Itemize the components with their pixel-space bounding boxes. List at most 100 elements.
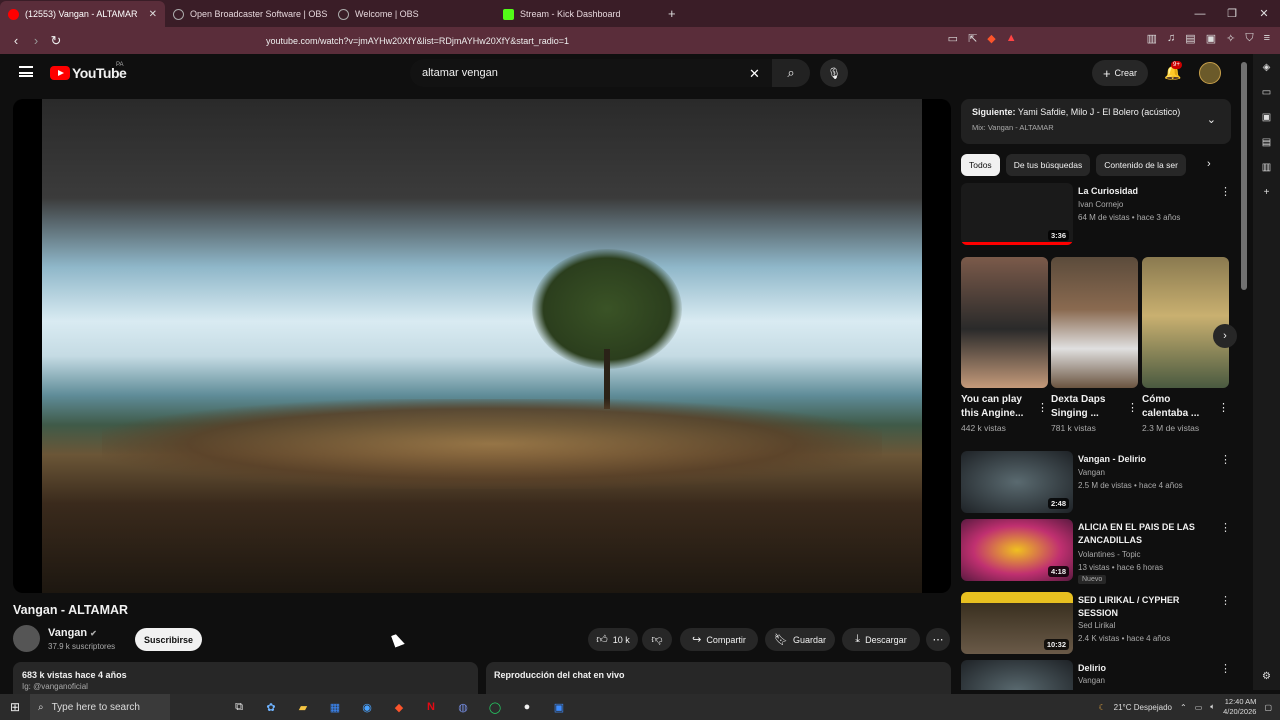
create-button[interactable]: + Crear	[1092, 60, 1148, 86]
taskbar-search[interactable]: ⌕ Type here to search	[30, 694, 170, 720]
browser-tab[interactable]: Stream - Kick Dashboard	[495, 1, 660, 27]
video-thumbnail[interactable]: 10:32	[961, 592, 1073, 654]
sidebar-icon[interactable]: ▥	[1147, 32, 1157, 45]
youtube-logo[interactable]: YouTube PA	[50, 62, 127, 81]
chip-from-searches[interactable]: De tus búsquedas	[1005, 154, 1091, 176]
search-button[interactable]: ⌕	[772, 59, 810, 87]
weather-text[interactable]: 21°C Despejado	[1114, 703, 1172, 712]
dislike-button[interactable]: 👎︎	[642, 628, 672, 651]
menu-icon[interactable]: ≡	[1264, 32, 1270, 45]
video-thumbnail[interactable]: 2:48	[961, 451, 1073, 513]
tray-chevron-icon[interactable]: ⌃	[1180, 703, 1187, 712]
reload-icon[interactable]: ↻	[46, 33, 66, 49]
channel-name[interactable]: Vangan ✔	[48, 627, 97, 639]
bookmarks-icon[interactable]: ▥	[1262, 162, 1271, 173]
volume-icon[interactable]: 🔈︎	[1210, 702, 1215, 712]
discord-icon[interactable]: ◍	[454, 701, 472, 714]
maximize-icon[interactable]: ❐	[1216, 7, 1248, 20]
more-vertical-icon[interactable]: ⋮	[1220, 185, 1231, 198]
up-next-panel[interactable]: Siguiente: Yami Safdie, Milo J - El Bole…	[961, 99, 1231, 144]
store-icon[interactable]: ▦	[326, 701, 344, 714]
history-icon[interactable]: ▤	[1262, 137, 1271, 148]
short-card[interactable]: Dexta Daps Singing ... 781 k vistas ⋮	[1051, 257, 1138, 433]
netflix-icon[interactable]: N	[422, 701, 440, 713]
close-tab-icon[interactable]: ✕	[149, 9, 157, 20]
minimize-icon[interactable]: —	[1184, 8, 1216, 20]
list-item[interactable]: 4:18 ALICIA EN EL PAIS DE LAS ZANCADILLA…	[961, 519, 1231, 584]
brave-browser-icon[interactable]: ◆	[390, 701, 408, 714]
video-player[interactable]	[13, 99, 951, 593]
rewards-icon[interactable]: ▲	[1006, 32, 1017, 45]
short-card[interactable]: Cómo calentaba ... 2.3 M de vistas ⋮	[1142, 257, 1229, 433]
more-vertical-icon[interactable]: ⋮	[1220, 662, 1231, 675]
more-vertical-icon[interactable]: ⋮	[1218, 401, 1229, 414]
new-tab-icon[interactable]: +	[668, 6, 676, 21]
more-actions-button[interactable]: ⋯	[926, 628, 950, 651]
list-item[interactable]: 2:48 Vangan - Delirio Vangan 2.5 M de vi…	[961, 451, 1231, 515]
short-thumbnail[interactable]	[1142, 257, 1229, 388]
hamburger-menu-icon[interactable]	[19, 66, 33, 77]
download-button[interactable]: ⤓ Descargar	[842, 628, 920, 651]
network-icon[interactable]: ▭	[1195, 703, 1203, 712]
list-item[interactable]: Delirio Vangan ⋮	[961, 660, 1231, 690]
browser-tab[interactable]: Welcome | OBS	[330, 1, 495, 27]
screen-icon[interactable]: ▭	[948, 32, 958, 45]
task-view-icon[interactable]: ⧉	[230, 701, 248, 714]
url-field[interactable]: youtube.com/watch?v=jmAYHw20XfY&list=RDj…	[266, 36, 569, 46]
video-thumbnail[interactable]: 4:18	[961, 519, 1073, 581]
shorts-next-button[interactable]: ›	[1213, 324, 1237, 348]
reading-list-icon[interactable]: ▭	[1262, 87, 1271, 98]
more-vertical-icon[interactable]: ⋮	[1037, 401, 1048, 414]
subscribe-button[interactable]: Suscribirse	[135, 628, 202, 651]
clear-search-icon[interactable]: ✕	[749, 66, 760, 82]
browser-tab[interactable]: Open Broadcaster Software | OBS	[165, 1, 330, 27]
short-thumbnail[interactable]	[1051, 257, 1138, 388]
app-icon[interactable]: ◉	[358, 701, 376, 714]
chip-all[interactable]: Todos	[961, 154, 1000, 176]
channel-avatar[interactable]	[13, 625, 40, 652]
windows-start-icon[interactable]: ⊞	[0, 700, 30, 714]
list-item[interactable]: 3:36 La Curiosidad Ivan Cornejo 64 M de …	[961, 183, 1231, 247]
chip-series-content[interactable]: Contenido de la ser	[1096, 154, 1186, 176]
chevron-right-icon[interactable]: ›	[1207, 158, 1211, 170]
voice-search-button[interactable]: 🎙	[820, 59, 848, 87]
more-vertical-icon[interactable]: ⋮	[1220, 594, 1231, 607]
whatsapp-icon[interactable]: ◯	[486, 701, 504, 714]
search-input[interactable]: altamar vengan	[410, 59, 772, 87]
account-avatar[interactable]	[1199, 62, 1221, 84]
close-window-icon[interactable]: ✕	[1248, 7, 1280, 20]
share-button[interactable]: ↪ Compartir	[680, 628, 758, 651]
leo-icon[interactable]: ✧	[1226, 32, 1235, 45]
add-panel-icon[interactable]: +	[1264, 187, 1270, 198]
vpn-icon[interactable]: ⛉	[1245, 32, 1253, 45]
short-card[interactable]: You can play this Angine... 442 k vistas…	[961, 257, 1048, 433]
chevron-down-icon[interactable]: ⌄	[1207, 113, 1216, 126]
share-icon[interactable]: ⇱	[968, 32, 977, 45]
save-button[interactable]: 🔖︎ Guardar	[765, 628, 835, 651]
back-icon[interactable]: ‹	[6, 33, 26, 48]
more-vertical-icon[interactable]: ⋮	[1220, 521, 1231, 534]
clock[interactable]: 12:40 AM 4/20/2026	[1223, 697, 1256, 717]
wallet-icon[interactable]: ▣	[1262, 112, 1271, 123]
app-window-icon[interactable]: ▣	[550, 701, 568, 714]
panel-icon[interactable]: ▤	[1185, 32, 1195, 45]
sidebar-toggle-icon[interactable]: ◈	[1263, 62, 1271, 73]
brave-shield-icon[interactable]: ◆	[987, 32, 995, 45]
music-icon[interactable]: ♫	[1167, 32, 1175, 45]
browser-tab[interactable]: (12553) Vangan - ALTAMAR ✕	[0, 1, 165, 27]
more-vertical-icon[interactable]: ⋮	[1127, 401, 1138, 414]
list-item[interactable]: 10:32 SED LIRIKAL / CYPHER SESSION Sed L…	[961, 592, 1231, 656]
page-scrollbar[interactable]	[1241, 62, 1247, 290]
video-thumbnail[interactable]	[961, 660, 1073, 690]
more-vertical-icon[interactable]: ⋮	[1220, 453, 1231, 466]
wallet-icon[interactable]: ▣	[1206, 32, 1216, 45]
like-button[interactable]: 👍︎ 10 k	[588, 628, 638, 651]
obs-icon[interactable]: ●	[518, 701, 536, 713]
copilot-icon[interactable]: ✿	[262, 701, 280, 714]
file-explorer-icon[interactable]: ▰	[294, 701, 312, 714]
notifications-icon[interactable]: ▢	[1264, 703, 1272, 712]
video-thumbnail[interactable]: 3:36	[961, 183, 1073, 245]
settings-gear-icon[interactable]: ⚙	[1262, 671, 1271, 682]
short-thumbnail[interactable]	[961, 257, 1048, 388]
forward-icon[interactable]: ›	[26, 33, 46, 48]
